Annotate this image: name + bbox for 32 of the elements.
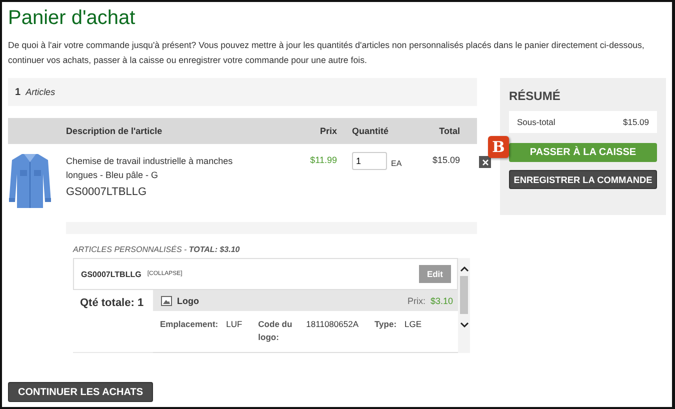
quantity-field[interactable]: 1 xyxy=(352,152,387,170)
decoration-price: $3.10 xyxy=(430,296,453,306)
unit-label: EA xyxy=(391,158,402,168)
field-label: Emplacement: xyxy=(160,318,218,331)
column-header: Description de l'article xyxy=(66,126,164,136)
price-label: Prix: xyxy=(407,296,426,306)
product-sku: GS0007LTBLLG xyxy=(66,186,148,198)
continue-shopping-button[interactable]: CONTINUER LES ACHATS xyxy=(8,382,153,402)
decoration-name: Logo xyxy=(177,296,199,306)
summary-title: RÉSUMÉ xyxy=(509,89,562,103)
field-value: LGE xyxy=(404,318,422,331)
customized-sku: GS0007LTBLLG xyxy=(81,270,142,278)
column-header: Prix xyxy=(318,126,337,136)
item-count: 1 xyxy=(15,86,21,98)
field-label: Code du logo: xyxy=(258,318,294,344)
line-total: $15.09 xyxy=(431,155,460,165)
field-label: Type: xyxy=(374,318,397,331)
page-title: Panier d'achat xyxy=(8,6,136,30)
column-header: Total xyxy=(438,126,460,136)
item-count-label: Articles xyxy=(26,87,56,97)
annotation-badge: B xyxy=(488,136,509,158)
subtotal-value: $15.09 xyxy=(623,117,649,127)
field-value: 1811080652A xyxy=(306,318,358,331)
product-name: Chemise de travail industrielle à manches longues - Bleu pâle - G xyxy=(66,155,234,182)
column-header: Quantité xyxy=(352,126,390,136)
intro-text: De quoi à l'air votre commande jusqu'à présent? Vous pouvez mettre à jour les quantités d'articles non personnalisés placés dans le panier directement ci-dessous, continuer vos achats, passer à la caisse ou enregistrer votre commande pour une autre fois. xyxy=(8,39,646,67)
total-quantity: Qté totale: 1 xyxy=(80,297,144,309)
customized-heading: ARTICLES PERSONNALISÉS - TOTAL: $3.10 xyxy=(73,245,241,254)
field-value: LUF xyxy=(226,318,242,331)
unit-price: $11.99 xyxy=(309,155,337,165)
subtotal-label: Sous-total xyxy=(517,117,556,127)
save-order-button[interactable]: ENREGISTRER LA COMMANDE xyxy=(509,170,657,189)
